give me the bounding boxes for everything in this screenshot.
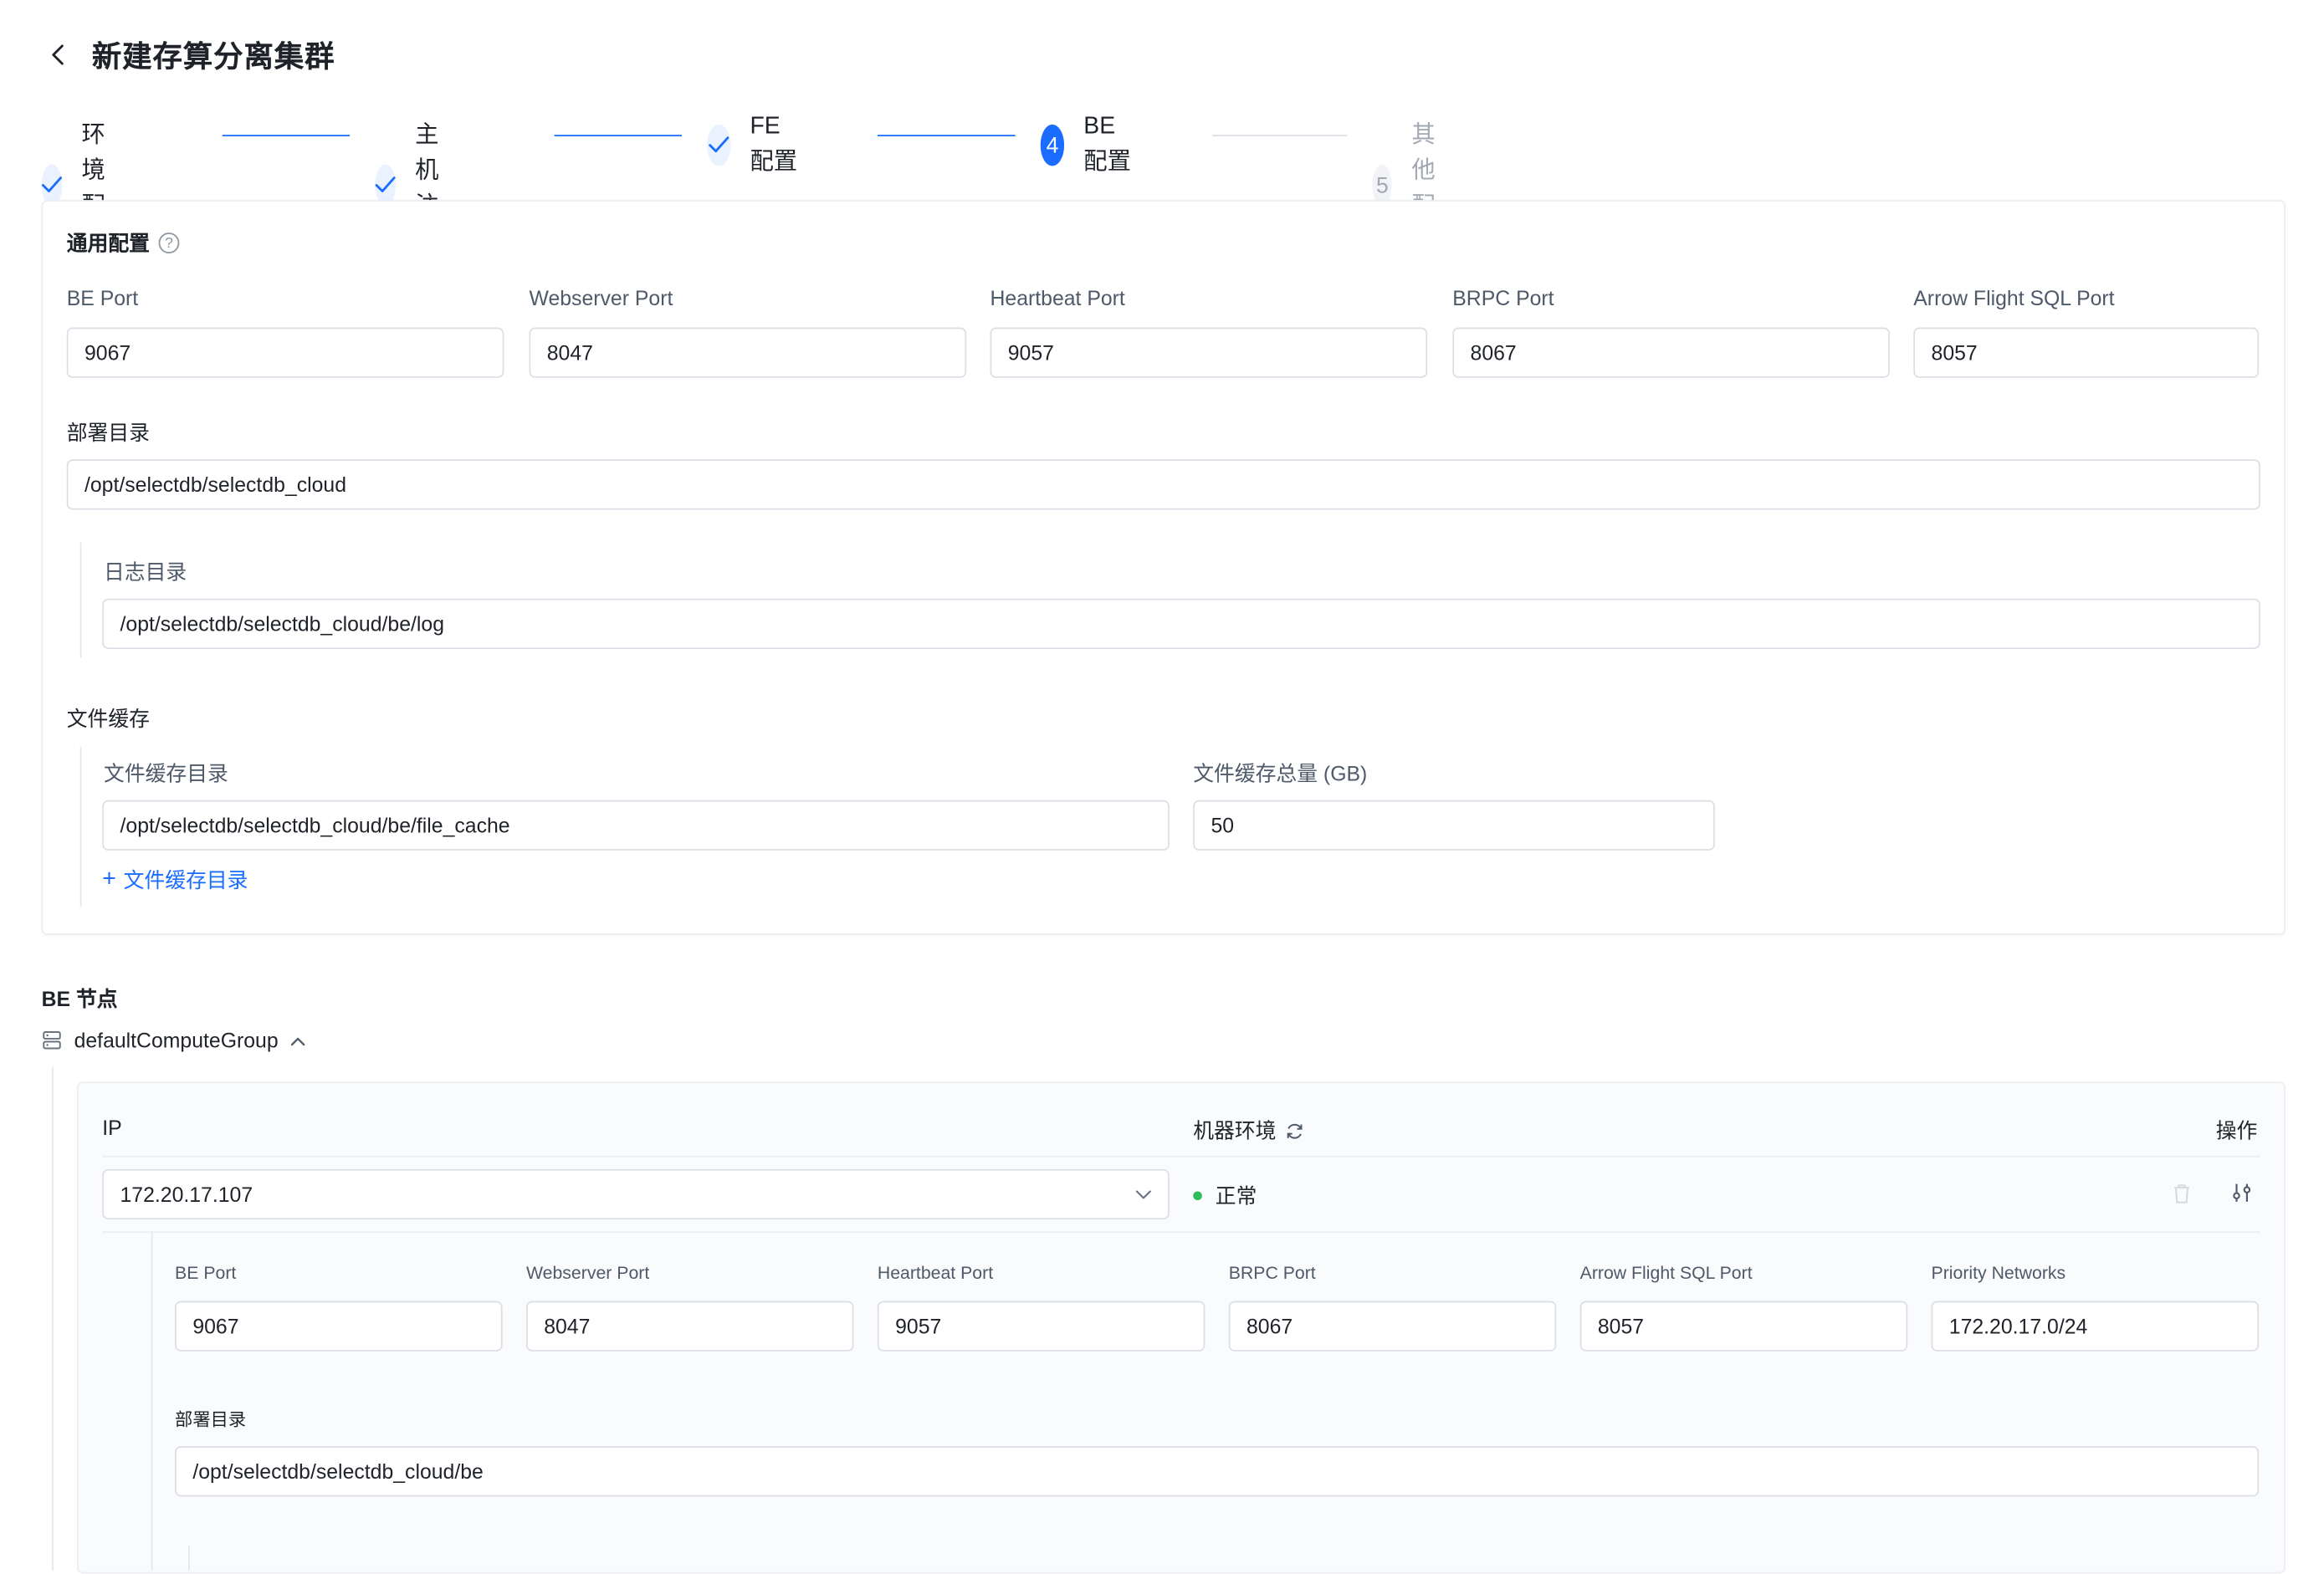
file-cache-dir-input[interactable]: /opt/selectdb/selectdb_cloud/be/file_cac… <box>102 800 1170 851</box>
file-cache-title: 文件缓存 <box>66 707 150 731</box>
step-connector <box>222 135 351 136</box>
field-label: Webserver Port <box>529 285 673 310</box>
field-label: BRPC Port <box>1452 285 1554 310</box>
status-dot <box>1193 1191 1202 1201</box>
column-header-ops: 操作 <box>2215 1118 2258 1142</box>
page-header: 新建存算分离集群 <box>42 33 335 75</box>
field-label: BRPC Port <box>1228 1262 1316 1284</box>
refresh-icon[interactable] <box>1285 1121 1304 1140</box>
heartbeat-port-input[interactable]: 9057 <box>990 327 1428 378</box>
file-cache-size-label: 文件缓存总量 (GB) <box>1193 761 1368 786</box>
indent-line <box>79 542 82 658</box>
step-label: BE 配置 <box>1083 114 1132 176</box>
general-config-title: 通用配置 ? <box>67 228 180 258</box>
node-heartbeat-port-input[interactable]: 9057 <box>877 1301 1206 1352</box>
env-status: 正常 <box>1193 1181 1257 1210</box>
plus-icon: + <box>102 866 116 892</box>
header-divider <box>102 1155 2260 1158</box>
node-deploy-dir-input[interactable]: /opt/selectdb/selectdb_cloud/be <box>175 1446 2260 1497</box>
back-icon[interactable] <box>42 38 74 70</box>
server-icon <box>42 1030 63 1050</box>
ip-select[interactable]: 172.20.17.107 <box>102 1168 1170 1220</box>
column-header-env-label: 机器环境 <box>1193 1118 1277 1142</box>
node-brpc-port-input[interactable]: 8067 <box>1228 1301 1557 1352</box>
page-title: 新建存算分离集群 <box>91 41 335 74</box>
tree-line <box>52 1066 54 1571</box>
brpc-port-input[interactable]: 8067 <box>1452 327 1890 378</box>
section-title-text: 通用配置 <box>66 231 150 255</box>
field-label: Webserver Port <box>525 1262 650 1284</box>
node-deploy-dir-label: 部署目录 <box>175 1408 247 1430</box>
compute-group-toggle[interactable]: defaultComputeGroup <box>42 1029 305 1052</box>
webserver-port-input[interactable]: 8047 <box>529 327 967 378</box>
be-port-input[interactable]: 9067 <box>66 327 504 378</box>
field-label: Heartbeat Port <box>877 1262 994 1284</box>
field-label: Priority Networks <box>1931 1262 2066 1284</box>
row-divider <box>102 1231 2260 1234</box>
log-dir-label: 日志目录 <box>104 560 187 585</box>
field-label: Arrow Flight SQL Port <box>1579 1262 1753 1284</box>
add-link-label: 文件缓存目录 <box>123 868 248 892</box>
detail-indent-line <box>151 1231 153 1571</box>
check-icon <box>707 124 731 166</box>
be-nodes-title: BE 节点 <box>41 986 118 1011</box>
field-label: BE Port <box>175 1262 237 1284</box>
step-connector <box>554 135 682 136</box>
step-connector <box>877 135 1016 136</box>
ip-select-value: 172.20.17.107 <box>120 1182 253 1207</box>
step-label: FE 配置 <box>750 114 798 176</box>
field-label: BE Port <box>66 285 139 310</box>
step-connector <box>1212 135 1348 136</box>
deploy-dir-input[interactable]: /opt/selectdb/selectdb_cloud <box>66 459 2260 510</box>
step-number: 4 <box>1040 124 1065 166</box>
chevron-up-icon <box>290 1035 305 1045</box>
add-file-cache-dir-button[interactable]: + 文件缓存目录 <box>102 866 248 895</box>
column-header-env: 机器环境 <box>1193 1116 1304 1145</box>
chevron-down-icon <box>1135 1189 1151 1199</box>
nested-indent-line <box>188 1545 190 1571</box>
help-icon[interactable]: ? <box>158 233 180 253</box>
node-priority-networks-input[interactable]: 172.20.17.0/24 <box>1931 1301 2260 1352</box>
step-be[interactable]: 4 BE 配置 <box>1040 114 1133 176</box>
log-dir-input[interactable]: /opt/selectdb/selectdb_cloud/be/log <box>102 598 2260 650</box>
column-header-ip: IP <box>102 1116 122 1140</box>
file-cache-dir-label: 文件缓存目录 <box>104 761 228 786</box>
step-fe[interactable]: FE 配置 <box>707 114 798 176</box>
settings-sliders-icon[interactable] <box>2229 1181 2253 1204</box>
file-cache-size-input[interactable]: 50 <box>1193 800 1715 851</box>
node-webserver-port-input[interactable]: 8047 <box>525 1301 854 1352</box>
status-text: 正常 <box>1215 1183 1257 1208</box>
compute-group-name: defaultComputeGroup <box>74 1028 279 1052</box>
field-label: Heartbeat Port <box>990 285 1125 310</box>
indent-line <box>79 746 82 907</box>
delete-icon[interactable] <box>2170 1181 2193 1204</box>
field-label: Arrow Flight SQL Port <box>1913 285 2115 310</box>
arrow-flight-port-input[interactable]: 8057 <box>1913 327 2260 378</box>
node-be-port-input[interactable]: 9067 <box>175 1301 503 1352</box>
deploy-dir-label: 部署目录 <box>66 421 150 445</box>
node-arrow-flight-port-input[interactable]: 8057 <box>1579 1301 1908 1352</box>
